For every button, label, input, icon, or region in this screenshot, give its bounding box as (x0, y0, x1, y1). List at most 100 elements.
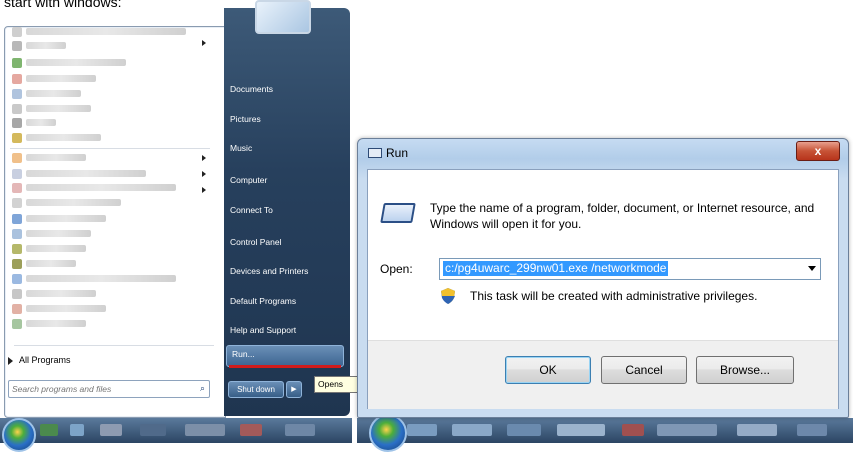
list-item[interactable] (12, 40, 202, 52)
taskbar-app-icon[interactable] (40, 424, 58, 436)
all-programs-button[interactable]: All Programs (8, 355, 71, 365)
list-item[interactable] (12, 26, 202, 38)
list-item[interactable] (12, 73, 202, 85)
start-link-control-panel[interactable]: Control Panel (230, 237, 282, 247)
taskbar-app-icon[interactable] (737, 424, 777, 436)
start-link-connect-to[interactable]: Connect To (230, 205, 273, 215)
list-item[interactable] (12, 197, 202, 209)
program-icon (12, 274, 22, 284)
open-input-value[interactable]: c:/pg4uwarc_299nw01.exe /networkmode (443, 261, 669, 276)
run-program-icon (380, 203, 416, 223)
taskbar-app-icon[interactable] (140, 424, 166, 436)
taskbar-left (0, 418, 352, 443)
list-item[interactable] (12, 273, 202, 285)
tooltip: Opens (314, 376, 359, 393)
list-item[interactable] (12, 132, 202, 144)
program-icon (12, 104, 22, 114)
program-icon (12, 89, 22, 99)
program-icon (12, 169, 22, 179)
taskbar-app-icon[interactable] (557, 424, 605, 436)
run-menu-item[interactable]: Run... (226, 345, 344, 367)
search-input[interactable] (12, 382, 182, 395)
start-link-help-support[interactable]: Help and Support (230, 325, 296, 335)
run-menu-label: Run... (232, 349, 255, 359)
start-link-computer[interactable]: Computer (230, 175, 267, 185)
list-item[interactable] (12, 88, 202, 100)
close-button[interactable]: x (796, 141, 840, 161)
list-item[interactable] (12, 182, 202, 194)
program-icon (12, 244, 22, 254)
program-icon (12, 259, 22, 269)
start-link-default-programs[interactable]: Default Programs (230, 296, 296, 306)
list-item[interactable] (12, 103, 202, 115)
user-picture[interactable] (255, 0, 311, 34)
start-link-documents[interactable]: Documents (230, 84, 273, 94)
program-icon (12, 198, 22, 208)
program-icon (12, 304, 22, 314)
dialog-footer: OK Cancel Browse... (368, 340, 838, 409)
taskbar-app-icon[interactable] (622, 424, 644, 436)
taskbar-right (357, 418, 853, 443)
run-dialog: Run x Type the name of a program, folder… (357, 138, 849, 418)
ok-button[interactable]: OK (505, 356, 591, 384)
run-window-icon (368, 148, 382, 158)
taskbar-app-icon[interactable] (507, 424, 541, 436)
program-icon (12, 229, 22, 239)
taskbar-app-icon[interactable] (407, 424, 437, 436)
list-item[interactable] (12, 288, 202, 300)
taskbar-app-icon[interactable] (100, 424, 122, 436)
shutdown-button[interactable]: Shut down (228, 381, 284, 398)
search-box[interactable]: ⌕ (8, 380, 210, 398)
program-icon (12, 74, 22, 84)
list-item[interactable] (12, 152, 202, 164)
submenu-arrow-icon (202, 171, 206, 177)
program-icon (12, 41, 22, 51)
highlight-underline (229, 365, 341, 368)
start-link-pictures[interactable]: Pictures (230, 114, 261, 124)
taskbar-app-icon[interactable] (452, 424, 492, 436)
uac-shield-icon (441, 288, 455, 304)
list-item[interactable] (12, 57, 202, 69)
list-item[interactable] (12, 117, 202, 129)
open-label: Open: (380, 262, 413, 276)
taskbar-app-icon[interactable] (240, 424, 262, 436)
dialog-body: Type the name of a program, folder, docu… (367, 169, 839, 409)
taskbar-app-icon[interactable] (185, 424, 225, 436)
list-item[interactable] (12, 258, 202, 270)
program-icon (12, 133, 22, 143)
list-item[interactable] (12, 213, 202, 225)
list-item[interactable] (12, 243, 202, 255)
dialog-title: Run (386, 146, 409, 160)
submenu-arrow-icon (202, 40, 206, 46)
program-icon (12, 319, 22, 329)
search-icon[interactable]: ⌕ (200, 383, 205, 394)
divider (10, 148, 210, 149)
shutdown-options-arrow-icon[interactable]: ▶ (286, 381, 302, 398)
taskbar-app-icon[interactable] (797, 424, 827, 436)
list-item[interactable] (12, 303, 202, 315)
program-icon (12, 289, 22, 299)
cancel-button[interactable]: Cancel (601, 356, 687, 384)
taskbar-app-icon[interactable] (70, 424, 84, 436)
list-item[interactable] (12, 318, 202, 330)
taskbar-app-icon[interactable] (657, 424, 717, 436)
start-orb-icon[interactable] (2, 418, 36, 452)
program-icon (12, 214, 22, 224)
chevron-down-icon[interactable] (808, 266, 816, 271)
program-icon (12, 118, 22, 128)
submenu-arrow-icon (202, 187, 206, 193)
start-link-music[interactable]: Music (230, 143, 252, 153)
dialog-description: Type the name of a program, folder, docu… (430, 201, 815, 231)
triangle-right-icon (8, 356, 13, 365)
divider (14, 345, 214, 346)
all-programs-label: All Programs (19, 355, 71, 365)
taskbar-app-icon[interactable] (285, 424, 315, 436)
open-combobox[interactable]: c:/pg4uwarc_299nw01.exe /networkmode (439, 258, 821, 280)
start-orb-icon[interactable] (369, 414, 407, 452)
list-item[interactable] (12, 168, 202, 180)
browse-button[interactable]: Browse... (696, 356, 794, 384)
list-item[interactable] (12, 228, 202, 240)
start-link-devices-printers[interactable]: Devices and Printers (230, 266, 308, 276)
program-icon (12, 153, 22, 163)
program-icon (12, 27, 22, 37)
